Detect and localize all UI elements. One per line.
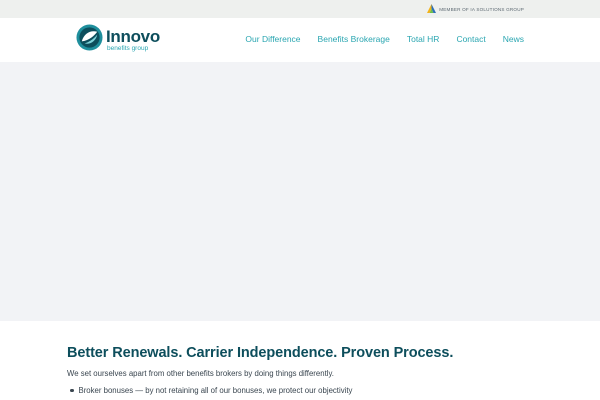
section-headline: Better Renewals. Carrier Independence. P… (67, 345, 454, 361)
innovo-logo-icon (76, 24, 103, 56)
member-text: MEMBER OF IA SOLUTIONS GROUP (439, 6, 524, 12)
section-intro: We set ourselves apart from other benefi… (67, 369, 334, 378)
nav-news[interactable]: News (503, 34, 524, 44)
member-badge[interactable]: MEMBER OF IA SOLUTIONS GROUP (427, 4, 524, 14)
bullet-dot-icon (70, 388, 74, 393)
ia-solutions-logo-icon (427, 0, 437, 18)
site-logo[interactable]: Innovo benefits group (76, 24, 160, 56)
logo-wordmark: Innovo benefits group (106, 28, 160, 53)
logo-name: Innovo (106, 26, 160, 46)
top-utility-bar: MEMBER OF IA SOLUTIONS GROUP (0, 0, 600, 18)
nav-benefits-brokerage[interactable]: Benefits Brokerage (318, 34, 390, 44)
main-nav: Our Difference Benefits Brokerage Total … (245, 34, 524, 44)
logo-subtitle: benefits group (107, 44, 149, 52)
bullet-list: Broker bonuses — by not retaining all of… (70, 386, 352, 395)
nav-our-difference[interactable]: Our Difference (245, 34, 300, 44)
nav-total-hr[interactable]: Total HR (407, 34, 440, 44)
nav-contact[interactable]: Contact (456, 34, 485, 44)
list-item: Broker bonuses — by not retaining all of… (70, 386, 352, 395)
site-header: Innovo benefits group Our Difference Ben… (0, 18, 600, 62)
bullet-text: Broker bonuses — by not retaining all of… (78, 386, 353, 395)
hero-banner (0, 62, 600, 321)
content-section: Better Renewals. Carrier Independence. P… (0, 321, 600, 400)
